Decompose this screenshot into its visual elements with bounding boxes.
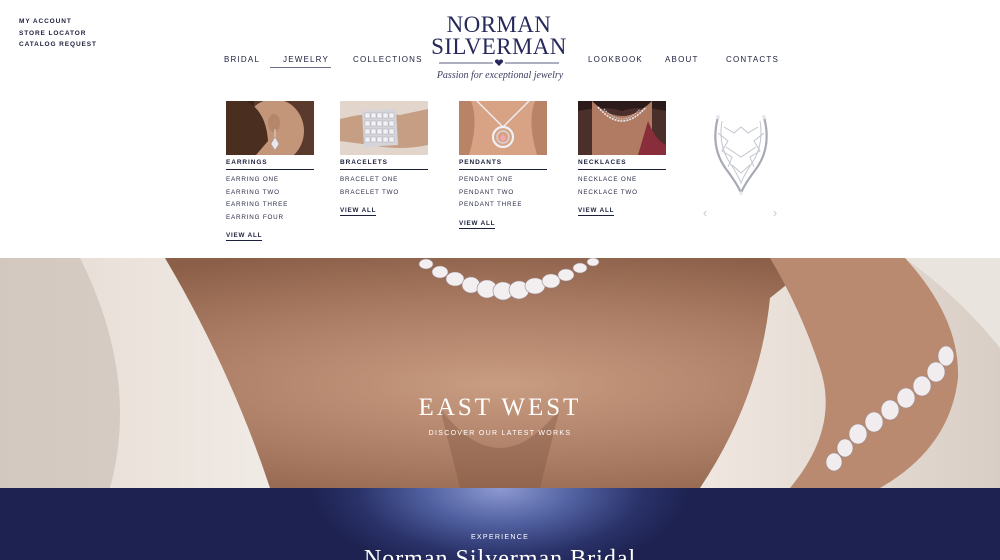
necklaces-thumbnail[interactable] [578,101,666,155]
store-locator-link[interactable]: STORE LOCATOR [19,28,97,40]
banner-kicker: EXPERIENCE [470,534,530,541]
necklace-two-link[interactable]: NECKLACE TWO [578,187,666,200]
bracelets-view-all-link[interactable]: VIEW ALL [340,207,377,216]
nav-collections[interactable]: COLLECTIONS [353,55,423,64]
hero-banner[interactable]: EAST WEST DISCOVER OUR LATEST WORKS [0,258,1000,488]
earring-three-link[interactable]: EARRING THREE [226,199,314,212]
nav-bridal[interactable]: BRIDAL [224,55,260,64]
site-header: MY ACCOUNT STORE LOCATOR CATALOG REQUEST… [0,0,1000,258]
brand-tagline: Passion for exceptional jewelry [436,70,564,81]
pendant-two-link[interactable]: PENDANT TWO [459,187,547,200]
logo-heart-icon [439,59,559,66]
my-account-link[interactable]: MY ACCOUNT [19,16,97,28]
pendant-three-link[interactable]: PENDANT THREE [459,199,547,212]
featured-necklace-image[interactable] [704,113,778,195]
nav-active-indicator [270,67,331,68]
menu-column-pendants: PENDANTS PENDANT ONE PENDANT TWO PENDANT… [459,101,547,230]
menu-column-necklaces: NECKLACES NECKLACE ONE NECKLACE TWO VIEW… [578,101,666,217]
nav-jewelry[interactable]: JEWELRY [283,55,329,64]
earrings-thumbnail[interactable] [226,101,314,155]
hero-model-image [0,258,1000,488]
brand-logo[interactable]: NORMAN SILVERMAN [430,12,568,67]
banner-title: Norman Silverman Bridal [363,546,637,560]
nav-lookbook[interactable]: LOOKBOOK [588,55,643,64]
pendants-heading[interactable]: PENDANTS [459,159,547,170]
featured-product-slider: ‹ › [698,113,784,223]
earring-one-link[interactable]: EARRING ONE [226,174,314,187]
pendants-view-all-link[interactable]: VIEW ALL [459,220,496,229]
pendant-one-link[interactable]: PENDANT ONE [459,174,547,187]
catalog-request-link[interactable]: CATALOG REQUEST [19,39,97,51]
necklaces-heading[interactable]: NECKLACES [578,159,666,170]
logo-line-2: SILVERMAN [431,34,567,59]
hero-cta-link[interactable]: DISCOVER OUR LATEST WORKS [0,430,1000,437]
bracelet-two-link[interactable]: BRACELET TWO [340,187,428,200]
pendants-thumbnail[interactable] [459,101,547,155]
bracelet-one-link[interactable]: BRACELET ONE [340,174,428,187]
utility-links: MY ACCOUNT STORE LOCATOR CATALOG REQUEST [19,16,97,51]
menu-column-bracelets: BRACELETS BRACELET ONE BRACELET TWO VIEW… [340,101,428,217]
logo-line-1: NORMAN [446,12,552,37]
slider-next-chevron-right-icon[interactable]: › [770,206,780,220]
necklaces-view-all-link[interactable]: VIEW ALL [578,207,615,216]
necklace-one-link[interactable]: NECKLACE ONE [578,174,666,187]
menu-column-earrings: EARRINGS EARRING ONE EARRING TWO EARRING… [226,101,314,242]
bracelets-thumbnail[interactable] [340,101,428,155]
hero-title: EAST WEST [418,394,582,421]
bridal-banner[interactable]: EXPERIENCE Norman Silverman Bridal [0,488,1000,560]
earrings-view-all-link[interactable]: VIEW ALL [226,232,263,241]
bracelets-heading[interactable]: BRACELETS [340,159,428,170]
nav-contacts[interactable]: CONTACTS [726,55,779,64]
slider-prev-chevron-left-icon[interactable]: ‹ [700,206,710,220]
earring-two-link[interactable]: EARRING TWO [226,187,314,200]
earring-four-link[interactable]: EARRING FOUR [226,212,314,225]
nav-about[interactable]: ABOUT [665,55,699,64]
earrings-heading[interactable]: EARRINGS [226,159,314,170]
